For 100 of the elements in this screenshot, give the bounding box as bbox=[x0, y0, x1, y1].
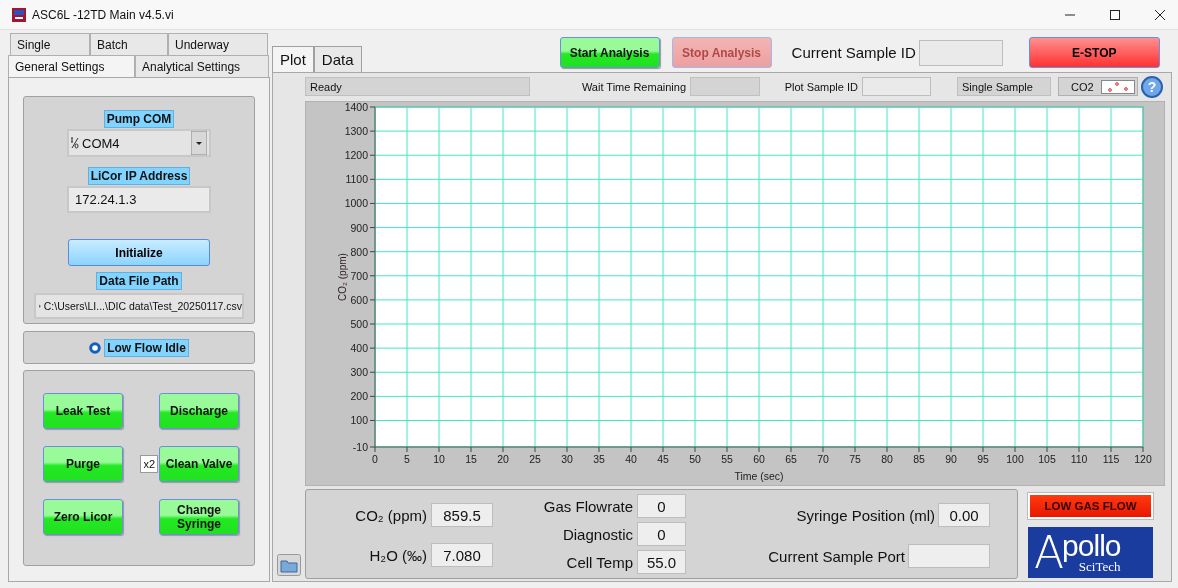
reading-field: 55.0 bbox=[637, 550, 686, 574]
axis-tick-label: 50 bbox=[689, 453, 701, 465]
reading-field: 859.5 bbox=[431, 503, 493, 527]
field-label: Plot Sample ID bbox=[783, 80, 859, 93]
mode-field: Single Sample bbox=[957, 77, 1051, 96]
axis-tick-label: -10 bbox=[352, 441, 368, 453]
reading-field: 0 bbox=[637, 522, 686, 546]
indicator-label: Low Flow Idle bbox=[104, 338, 189, 357]
status-field: Ready bbox=[305, 77, 530, 96]
wait-time-field bbox=[690, 77, 760, 96]
axis-tick-label: 100 bbox=[350, 414, 368, 427]
axis-tick-label: 65 bbox=[785, 453, 797, 465]
axis-title: Time (sec) bbox=[734, 470, 784, 482]
axis-tick-label: 85 bbox=[913, 453, 925, 465]
axis-tick-label: 95 bbox=[977, 453, 989, 465]
axis-tick-label: 90 bbox=[945, 453, 957, 465]
axis-tick-label: 400 bbox=[350, 342, 368, 355]
view-tab[interactable]: Plot bbox=[272, 46, 314, 72]
reading-label: CO₂ (ppm) bbox=[354, 506, 427, 524]
io-icon bbox=[71, 137, 79, 149]
initialize-button[interactable]: Initialize bbox=[68, 239, 210, 266]
ip-address-field[interactable]: 172.24.1.3 bbox=[67, 186, 211, 213]
axis-tick-label: 105 bbox=[1038, 453, 1056, 465]
action-button[interactable]: Clean Valve bbox=[159, 446, 239, 482]
logo-tagline: SciTech bbox=[1078, 559, 1121, 574]
axis-tick-label: 25 bbox=[529, 453, 541, 465]
axis-tick-label: 45 bbox=[657, 453, 669, 465]
axis-tick-label: 120 bbox=[1134, 453, 1152, 465]
reading-label: Diagnostic bbox=[561, 525, 633, 543]
axis-tick-label: 60 bbox=[753, 453, 765, 465]
settings-tab[interactable]: Analytical Settings bbox=[135, 55, 269, 77]
axis-tick-label: 15 bbox=[465, 453, 477, 465]
field-label: Pump COM bbox=[103, 110, 175, 128]
axis-tick-label: 35 bbox=[593, 453, 605, 465]
axis-tick-label: 1400 bbox=[344, 101, 368, 113]
field-label: Current Sample ID bbox=[791, 44, 916, 61]
axis-tick-label: 600 bbox=[350, 293, 368, 306]
settings-tab[interactable]: Underway bbox=[168, 33, 268, 55]
axis-tick-label: 1200 bbox=[344, 149, 368, 162]
plot-sample-id-field[interactable] bbox=[862, 77, 931, 96]
axis-tick-label: 70 bbox=[817, 453, 829, 465]
action-button[interactable]: Zero Licor bbox=[43, 499, 123, 535]
axis-tick-label: 500 bbox=[350, 318, 368, 330]
axis-title: CO₂ (ppm) bbox=[337, 253, 348, 301]
axis-tick-label: 40 bbox=[625, 453, 637, 465]
field-label: LiCor IP Address bbox=[87, 167, 191, 185]
axis-tick-label: 300 bbox=[350, 366, 368, 379]
sample-id-field[interactable] bbox=[918, 39, 1003, 66]
axis-tick-label: 110 bbox=[1070, 453, 1088, 465]
folder-icon[interactable] bbox=[277, 554, 301, 576]
axis-tick-label: 80 bbox=[881, 453, 893, 465]
window-title: ASC6L -12TD Main v4.5.vi bbox=[32, 7, 174, 22]
axis-tick-label: 1300 bbox=[344, 125, 368, 138]
axis-tick-label: 0 bbox=[372, 453, 378, 465]
axis-tick-label: 200 bbox=[350, 390, 368, 403]
axis-tick-label: 5 bbox=[404, 453, 410, 465]
axis-tick-label: 75 bbox=[849, 453, 861, 465]
axis-tick-label: 55 bbox=[721, 453, 733, 465]
app-icon bbox=[12, 7, 26, 22]
action-button[interactable]: Change Syringe bbox=[159, 499, 239, 535]
axis-tick-label: 1100 bbox=[345, 173, 368, 186]
reading-label: Gas Flowrate bbox=[542, 497, 633, 515]
logo-initial: A bbox=[1034, 530, 1065, 575]
axis-tick-label: 20 bbox=[497, 453, 509, 465]
axis-tick-label: 10 bbox=[433, 453, 445, 465]
com-port-dropdown[interactable]: COM4 bbox=[67, 129, 211, 157]
close-icon[interactable] bbox=[1155, 9, 1165, 20]
alarm-indicator: LOW GAS FLOW bbox=[1028, 493, 1153, 519]
dropdown-arrow-icon[interactable] bbox=[191, 131, 207, 155]
multiplier-field: x2 bbox=[140, 455, 158, 473]
indicator-icon[interactable] bbox=[89, 341, 102, 354]
reading-field: 0.00 bbox=[938, 503, 990, 527]
analysis-button[interactable]: Start Analysis bbox=[559, 37, 660, 68]
axis-tick-label: 30 bbox=[561, 453, 573, 465]
settings-tab[interactable]: General Settings bbox=[8, 55, 135, 77]
estop-button[interactable]: E-STOP bbox=[1028, 37, 1160, 68]
logo-wordmark: pollo bbox=[1062, 531, 1121, 560]
reading-label: Current Sample Port bbox=[768, 547, 905, 565]
settings-tab[interactable]: Single bbox=[10, 33, 90, 55]
reading-field: 7.080 bbox=[431, 543, 493, 567]
field-label: Wait Time Remaining bbox=[580, 80, 687, 93]
reading-field: 0 bbox=[637, 494, 686, 518]
file-path-field[interactable]: C:\Users\LI...\DIC data\Test_20250117.csv bbox=[34, 293, 244, 319]
axis-tick-label: 115 bbox=[1102, 453, 1120, 465]
maximize-icon[interactable] bbox=[1110, 9, 1120, 20]
plot-legend-icon bbox=[1101, 79, 1135, 94]
reading-label: Cell Temp bbox=[565, 553, 633, 571]
axis-tick-label: 100 bbox=[1006, 453, 1024, 465]
action-button[interactable]: Leak Test bbox=[43, 393, 123, 429]
axis-tick-label: 1000 bbox=[344, 197, 368, 210]
plot-legend[interactable]: CO2 bbox=[1058, 77, 1138, 96]
reading-label: Syringe Position (ml) bbox=[796, 506, 935, 524]
settings-tab[interactable]: Batch bbox=[90, 33, 168, 55]
action-button[interactable]: Purge bbox=[43, 446, 123, 482]
axis-tick-label: 900 bbox=[350, 221, 368, 234]
action-button[interactable]: Discharge bbox=[159, 393, 239, 429]
axis-tick-label: 800 bbox=[350, 245, 368, 258]
view-tab[interactable]: Data bbox=[313, 46, 362, 72]
axis-tick-label: 700 bbox=[350, 269, 368, 282]
field-label: Data File Path bbox=[96, 272, 182, 290]
